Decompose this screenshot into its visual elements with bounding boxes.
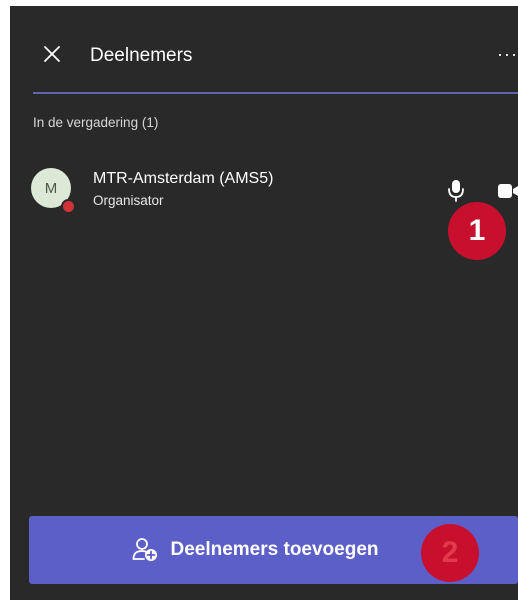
- add-participants-button-content: Deelnemers toevoegen: [132, 538, 379, 562]
- presence-status-dot: [61, 199, 76, 214]
- close-button[interactable]: [40, 42, 64, 66]
- add-person-icon: [133, 538, 158, 561]
- camera-icon[interactable]: [497, 183, 518, 199]
- panel-header: Deelnemers ···: [10, 6, 518, 92]
- header-divider: [33, 92, 518, 94]
- participant-role: Organisator: [93, 193, 164, 208]
- panel-title: Deelnemers: [90, 45, 193, 66]
- participant-name: MTR-Amsterdam (AMS5): [93, 170, 274, 187]
- close-icon: [44, 46, 60, 62]
- annotation-marker-2: 2: [421, 524, 479, 582]
- window-bottom-edge: [10, 600, 518, 609]
- window-left-edge: [0, 0, 10, 609]
- annotation-marker-1: 1: [448, 202, 506, 260]
- more-options-button[interactable]: ···: [494, 42, 518, 66]
- add-participants-label: Deelnemers toevoegen: [170, 539, 379, 560]
- in-meeting-section-label: In de vergadering (1): [33, 115, 159, 130]
- participant-row[interactable]: M MTR-Amsterdam (AMS5) Organisator: [10, 161, 518, 221]
- participants-panel: Deelnemers ··· In de vergadering (1) M M…: [10, 6, 518, 606]
- microphone-icon[interactable]: [447, 179, 465, 203]
